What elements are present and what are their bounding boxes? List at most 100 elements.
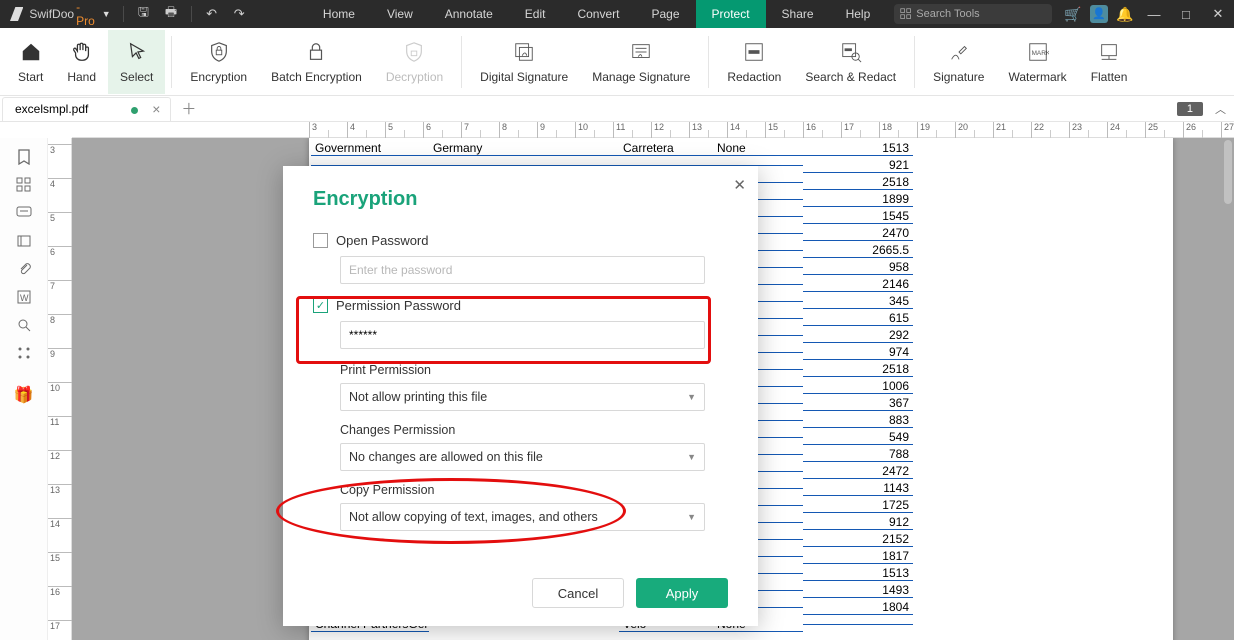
window-minimize[interactable]: ― (1138, 0, 1170, 28)
menu-annotate[interactable]: Annotate (429, 0, 509, 28)
ribbon-label: Manage Signature (592, 70, 690, 84)
menu-convert[interactable]: Convert (561, 0, 635, 28)
word-icon[interactable]: W (8, 284, 40, 310)
tab-close-icon[interactable]: × (152, 101, 160, 117)
ribbon-flatten[interactable]: Flatten (1079, 30, 1140, 94)
user-icon[interactable]: 👤 (1090, 5, 1108, 23)
lock-icon (304, 40, 328, 64)
attach-icon[interactable] (8, 256, 40, 282)
ribbon-encryption[interactable]: Encryption (178, 30, 259, 94)
table-cell: 912 (803, 515, 913, 530)
ribbon-label: Digital Signature (480, 70, 568, 84)
ribbon-label: Encryption (190, 70, 247, 84)
changes-permission-label: Changes Permission (340, 423, 728, 437)
flatten-icon (1097, 40, 1121, 64)
scrollbar-thumb[interactable] (1224, 140, 1232, 204)
menu-share[interactable]: Share (766, 0, 830, 28)
cart-icon[interactable]: 🛒 (1060, 6, 1086, 23)
vertical-scrollbar[interactable] (1220, 138, 1234, 638)
hand-icon (70, 40, 94, 64)
ruler-vertical: 34567891011121314151617 (48, 138, 72, 640)
table-cell: 921 (803, 158, 913, 173)
menu-page[interactable]: Page (636, 0, 696, 28)
ribbon-label: Hand (67, 70, 96, 84)
permission-password-input[interactable] (340, 321, 705, 349)
ribbon-toolbar: Start Hand Select Encryption Batch Encryptio… (0, 28, 1234, 96)
brand-dropdown-icon[interactable]: ▼ (102, 9, 111, 19)
ribbon-digital-signature[interactable]: Digital Signature (468, 30, 580, 94)
app-name: SwifDoo (29, 7, 74, 21)
ribbon-redaction[interactable]: Redaction (715, 30, 793, 94)
table-cell (803, 624, 913, 625)
table-cell: 2472 (803, 464, 913, 479)
field-icon[interactable] (8, 228, 40, 254)
open-password-checkbox[interactable] (313, 233, 328, 248)
add-tab-button[interactable]: ＋ (181, 98, 196, 119)
collapse-ribbon-icon[interactable]: ︿ (1215, 101, 1226, 117)
ribbon-label: Watermark (1008, 70, 1066, 84)
print-icon[interactable]: 🖶 (157, 3, 185, 25)
menu-home[interactable]: Home (307, 0, 371, 28)
menu-help[interactable]: Help (830, 0, 887, 28)
dialog-close-icon[interactable]: ✕ (733, 176, 746, 194)
side-panel: W 🎁 (0, 138, 48, 640)
comment-icon[interactable] (8, 200, 40, 226)
page-indicator[interactable]: 1 (1177, 102, 1203, 116)
search-icon[interactable] (8, 312, 40, 338)
main-menu: HomeViewAnnotateEditConvertPageProtectSh… (307, 0, 886, 28)
signature-icon (512, 40, 536, 64)
ribbon-search-redact[interactable]: Search & Redact (793, 30, 908, 94)
ribbon-signature[interactable]: Signature (921, 30, 996, 94)
ribbon-manage-signature[interactable]: Manage Signature (580, 30, 702, 94)
signature-list-icon (629, 40, 653, 64)
permission-password-checkbox[interactable]: ✓ (313, 298, 328, 313)
thumbnails-icon[interactable] (8, 172, 40, 198)
ribbon-label: Decryption (386, 70, 443, 84)
cancel-button[interactable]: Cancel (532, 578, 624, 608)
copy-permission-select[interactable]: Not allow copying of text, images, and o… (340, 503, 705, 531)
window-close[interactable]: ✕ (1202, 0, 1234, 28)
table-cell: 788 (803, 447, 913, 462)
open-password-input[interactable] (340, 256, 705, 284)
ribbon-watermark[interactable]: MARKWatermark (996, 30, 1078, 94)
bookmark-icon[interactable] (8, 144, 40, 170)
open-password-label: Open Password (336, 233, 429, 248)
table-cell: 2470 (803, 226, 913, 241)
matrix-icon[interactable] (8, 340, 40, 366)
table-cell: None (713, 141, 803, 156)
ribbon-start[interactable]: Start (6, 30, 55, 94)
menu-protect[interactable]: Protect (696, 0, 766, 28)
menu-edit[interactable]: Edit (509, 0, 562, 28)
encryption-dialog: ✕ Encryption Open Password ✓ Permission … (283, 166, 758, 626)
ribbon-label: Redaction (727, 70, 781, 84)
document-tab[interactable]: excelsmpl.pdf × (2, 97, 171, 121)
table-cell: 958 (803, 260, 913, 275)
redo-icon[interactable]: ↷ (225, 6, 253, 22)
apply-button[interactable]: Apply (636, 578, 728, 608)
ribbon-hand[interactable]: Hand (55, 30, 108, 94)
changes-permission-select[interactable]: No changes are allowed on this file▼ (340, 443, 705, 471)
table-cell: 292 (803, 328, 913, 343)
menu-view[interactable]: View (371, 0, 429, 28)
print-permission-select[interactable]: Not allow printing this file▼ (340, 383, 705, 411)
table-cell: 549 (803, 430, 913, 445)
table-row: GovernmentGermanyCarreteraNone1513 (311, 140, 931, 157)
ribbon-batch-encryption[interactable]: Batch Encryption (259, 30, 374, 94)
ribbon-select[interactable]: Select (108, 30, 165, 94)
table-cell: Germany (429, 141, 619, 156)
bell-icon[interactable]: 🔔 (1112, 6, 1138, 23)
search-tools-box[interactable]: Search Tools (894, 4, 1052, 24)
tab-dirty-indicator (131, 107, 138, 114)
undo-icon[interactable]: ↶ (198, 6, 226, 22)
app-brand[interactable]: SwifDoo-Pro ▼ (0, 0, 117, 28)
pen-icon (947, 40, 971, 64)
table-cell: Carretera (619, 141, 713, 156)
save-icon[interactable]: 🖫 (130, 3, 158, 25)
ribbon-decryption: Decryption (374, 30, 455, 94)
search-tools-placeholder: Search Tools (916, 8, 979, 20)
ribbon-label: Search & Redact (805, 70, 896, 84)
app-suffix: -Pro (76, 0, 98, 28)
gift-icon[interactable]: 🎁 (8, 382, 40, 408)
table-cell: 345 (803, 294, 913, 309)
window-maximize[interactable]: □ (1170, 0, 1202, 28)
